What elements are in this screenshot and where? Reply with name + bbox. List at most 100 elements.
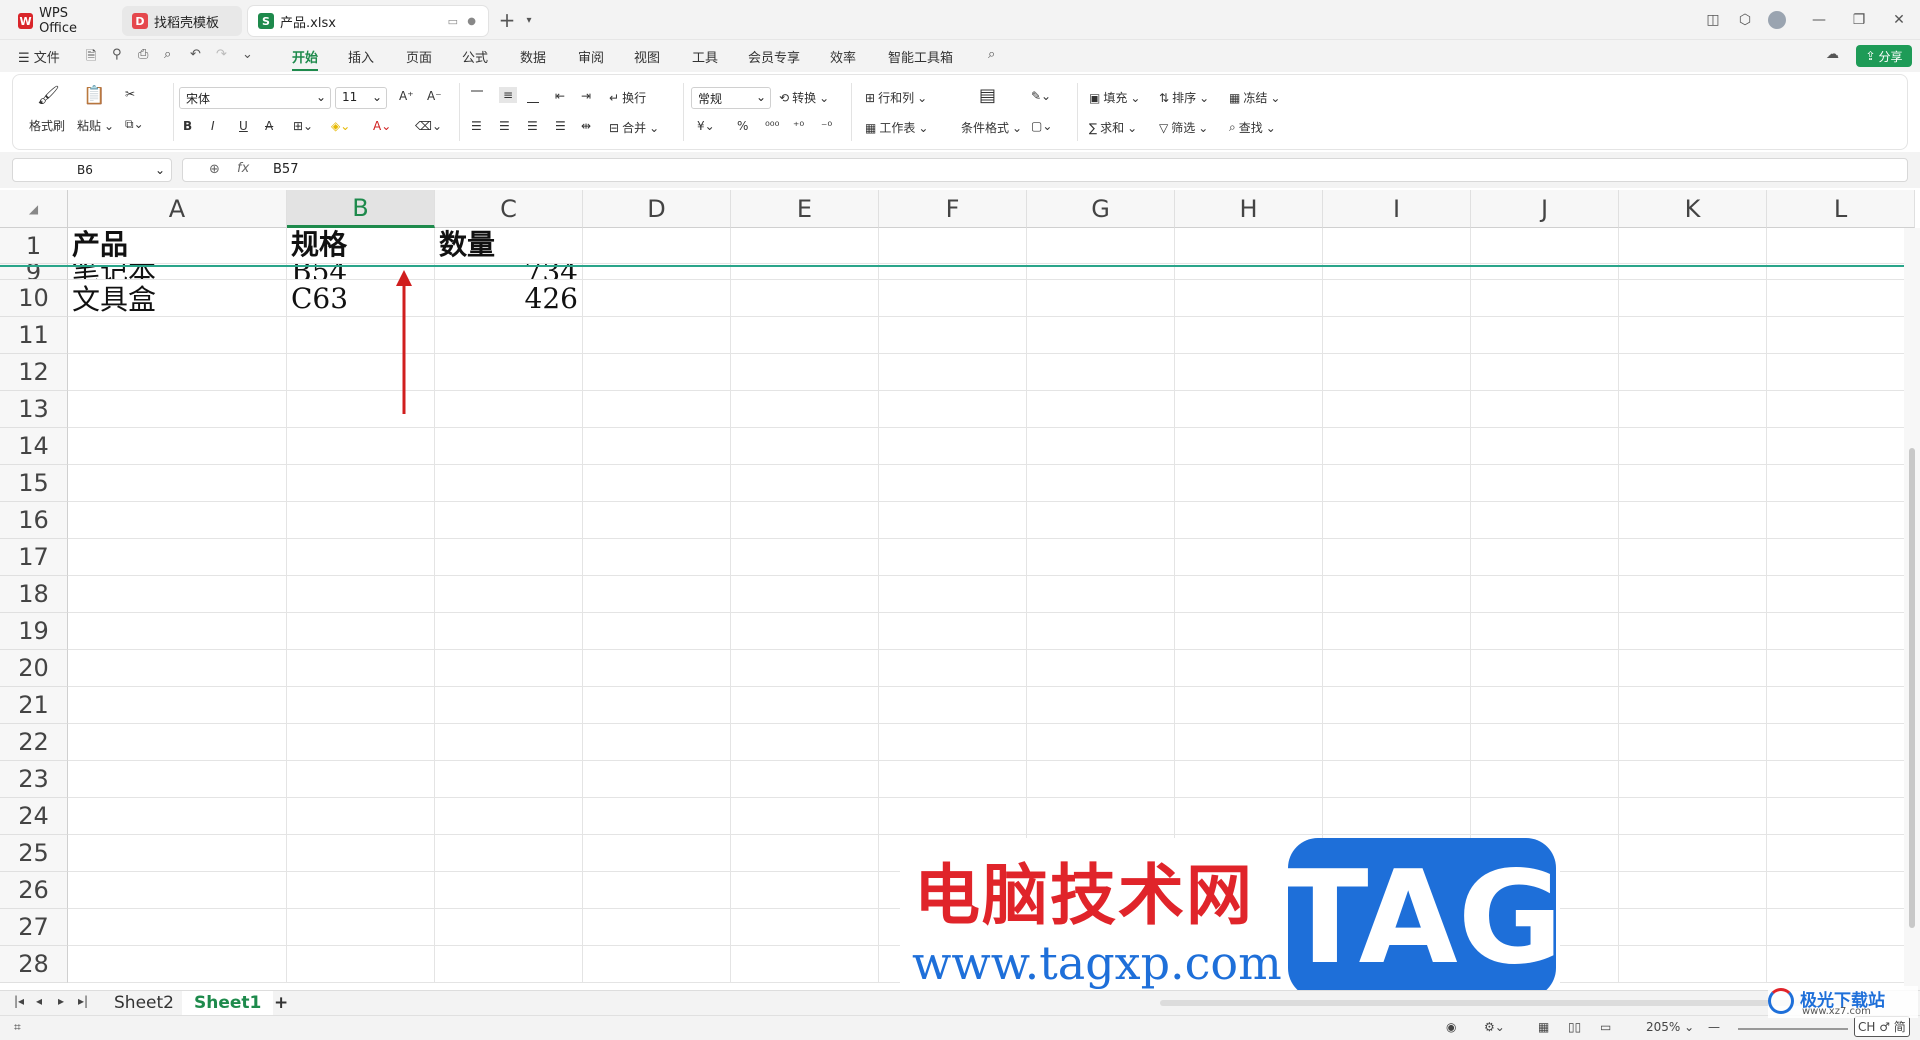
column-header-i[interactable]: I [1323,190,1471,228]
cell[interactable] [731,465,879,502]
cell[interactable] [1027,465,1175,502]
eye-icon[interactable]: ◉ [1446,1020,1456,1034]
zoom-level[interactable]: 205% ⌄ [1646,1020,1694,1034]
minimize-icon[interactable]: — [1806,8,1832,32]
cell[interactable] [1175,724,1323,761]
cell[interactable] [1767,650,1915,687]
cell[interactable] [1027,280,1175,317]
cell[interactable] [435,650,583,687]
column-header-e[interactable]: E [731,190,879,228]
cell[interactable] [1619,428,1767,465]
cell[interactable] [731,391,879,428]
cell[interactable] [1767,835,1915,872]
search-icon[interactable]: ⌕ [988,47,995,62]
row-header[interactable]: 26 [0,872,68,909]
cell[interactable] [583,835,731,872]
sheet-tab-sheet1[interactable]: Sheet1 [182,991,274,1015]
cell[interactable] [68,687,287,724]
cell[interactable] [731,724,879,761]
cell[interactable] [1619,539,1767,576]
cell[interactable] [287,724,435,761]
next-sheet-icon[interactable]: ▸ [58,994,64,1008]
cell[interactable] [731,576,879,613]
scroll-thumb[interactable] [1909,448,1915,928]
cell[interactable] [287,502,435,539]
horizontal-scrollbar[interactable] [1160,1000,1860,1006]
cell[interactable] [583,576,731,613]
cell[interactable] [1323,650,1471,687]
cell[interactable] [1175,428,1323,465]
format-painter-icon[interactable]: 🖌 [37,85,60,106]
close-icon[interactable]: ✕ [1886,8,1912,32]
cell[interactable] [1767,280,1915,317]
cell[interactable] [1471,280,1619,317]
row-header[interactable]: 18 [0,576,68,613]
cell[interactable] [1323,428,1471,465]
cell[interactable] [583,650,731,687]
table-style-icon[interactable]: ▢⌄ [1031,119,1052,133]
cell[interactable] [1471,650,1619,687]
quick-access-chevron-icon[interactable]: ⌄ [242,47,253,62]
cell[interactable] [1027,576,1175,613]
cell[interactable] [1619,946,1767,983]
tab-docer[interactable]: D 找稻壳模板 [122,6,242,36]
save-icon[interactable]: 🗎 [86,47,96,69]
menu-view[interactable]: 视图 [634,47,660,66]
cell[interactable] [1767,761,1915,798]
row-header[interactable]: 19 [0,613,68,650]
column-header-f[interactable]: F [879,190,1027,228]
merge-button[interactable]: ⊟ 合并 ⌄ [609,119,659,136]
zoom-slider[interactable] [1738,1028,1848,1030]
cell[interactable] [1027,761,1175,798]
cell[interactable] [1767,502,1915,539]
column-header-a[interactable]: A [68,190,287,228]
currency-icon[interactable]: ¥⌄ [697,119,715,133]
cell[interactable] [435,724,583,761]
cell[interactable] [435,761,583,798]
row-header[interactable]: 17 [0,539,68,576]
cell[interactable] [879,391,1027,428]
cell[interactable] [68,798,287,835]
sort-button[interactable]: ⇅ 排序 ⌄ [1159,89,1209,106]
cell[interactable] [1767,724,1915,761]
row-header[interactable]: 13 [0,391,68,428]
filter-button[interactable]: ▽ 筛选 ⌄ [1159,119,1208,136]
cell[interactable] [287,835,435,872]
monitor-icon[interactable]: ▭ [448,15,458,28]
cell-style-icon[interactable]: ✎⌄ [1031,89,1051,103]
thousands-icon[interactable]: ⁰⁰⁰ [765,119,779,133]
cell[interactable] [731,354,879,391]
cell[interactable] [1471,798,1619,835]
formula-input[interactable]: ⊕ fx B57 [182,158,1908,182]
select-all-corner[interactable]: ◢ [0,190,68,228]
cell[interactable] [68,391,287,428]
cell[interactable] [731,539,879,576]
cell[interactable] [879,724,1027,761]
bold-icon[interactable]: B [183,119,192,133]
cell[interactable] [1619,687,1767,724]
cell[interactable] [731,872,879,909]
worksheet-button[interactable]: ▦ 工作表 ⌄ [865,119,928,136]
ime-indicator[interactable]: CH ♂ 简 [1854,1016,1910,1037]
cell[interactable] [731,228,879,264]
cell[interactable] [435,687,583,724]
border-icon[interactable]: ⊞⌄ [293,119,313,133]
cell[interactable] [1323,798,1471,835]
unsaved-dot-icon[interactable]: ● [467,16,476,27]
cell[interactable] [68,465,287,502]
cell[interactable] [1619,502,1767,539]
cell[interactable] [1027,687,1175,724]
decimal-decrease-icon[interactable]: ⁻⁰ [821,119,832,133]
cell[interactable] [435,909,583,946]
cell[interactable] [1323,280,1471,317]
cell[interactable] [1471,354,1619,391]
row-header[interactable]: 28 [0,946,68,983]
format-painter-button[interactable]: 格式刷 [29,117,65,134]
cell[interactable] [287,761,435,798]
cell[interactable] [731,798,879,835]
cell[interactable] [1323,539,1471,576]
cell[interactable] [68,576,287,613]
cell[interactable] [583,761,731,798]
decimal-increase-icon[interactable]: ⁺⁰ [793,119,804,133]
find-button[interactable]: ⌕ 查找 ⌄ [1229,119,1276,136]
